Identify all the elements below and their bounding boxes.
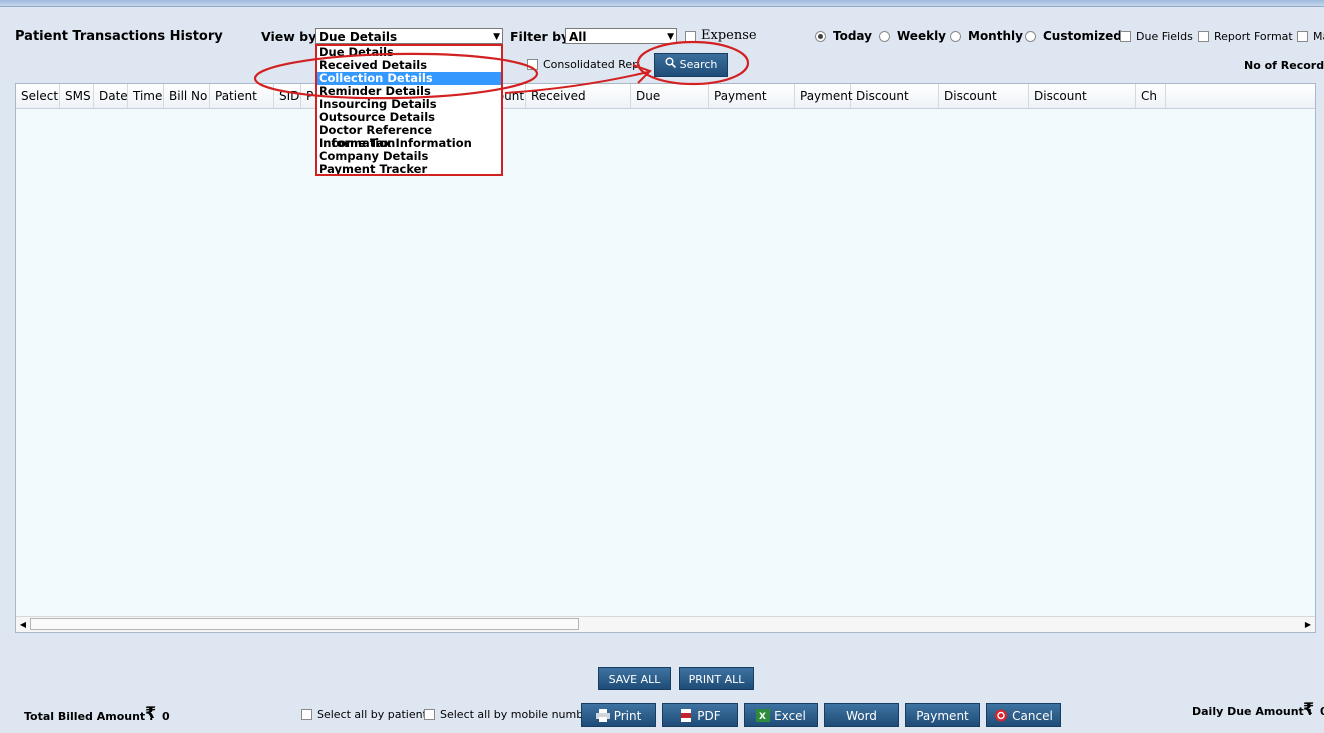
consolidated-report-label: Consolidated Report bbox=[543, 58, 640, 71]
scroll-right-icon[interactable]: ▶ bbox=[1301, 617, 1315, 632]
daily-due-label: Daily Due Amount : bbox=[1192, 705, 1313, 718]
customized-radio[interactable] bbox=[1025, 31, 1036, 42]
expense-label: Expense bbox=[701, 28, 757, 43]
pdf-button[interactable]: PDF bbox=[662, 703, 738, 727]
grid-column-header[interactable]: Discount Type bbox=[851, 84, 939, 108]
weekly-label: Weekly bbox=[897, 29, 947, 43]
select-all-patient-label: Select all by patient bbox=[317, 708, 427, 721]
printer-icon bbox=[595, 706, 610, 722]
cancel-label: Cancel bbox=[1012, 709, 1053, 723]
grid-column-header[interactable]: Time bbox=[128, 84, 164, 108]
monthly-radio[interactable] bbox=[950, 31, 961, 42]
grid-header: SelectSMSDateTimeBill NoPatient IDSIDPam… bbox=[16, 84, 1315, 109]
grid-column-header[interactable]: Select bbox=[16, 84, 60, 108]
rupee-icon: ₹ bbox=[145, 703, 157, 722]
monthly-label: Monthly bbox=[968, 29, 1023, 43]
save-all-button[interactable]: SAVE ALL bbox=[598, 667, 671, 690]
payment-button[interactable]: Payment bbox=[905, 703, 980, 727]
grid-column-header[interactable]: Bill No bbox=[164, 84, 210, 108]
cancel-icon bbox=[994, 706, 1008, 722]
scroll-left-icon[interactable]: ◀ bbox=[16, 617, 30, 632]
view-by-select[interactable]: Due Details ▼ bbox=[315, 28, 503, 44]
daily-due-value: 0 bbox=[1320, 705, 1324, 718]
grid-column-header[interactable]: Payment Type bbox=[709, 84, 795, 108]
rupee-icon: ₹ bbox=[1303, 699, 1315, 718]
excel-button[interactable]: X Excel bbox=[744, 703, 818, 727]
grid-column-header[interactable]: Discount Value bbox=[939, 84, 1029, 108]
grid-column-header[interactable]: Discount Amount bbox=[1029, 84, 1136, 108]
search-label: Search bbox=[679, 58, 718, 71]
word-button[interactable]: Word bbox=[824, 703, 899, 727]
view-by-dropdown-list[interactable]: Due Details Received Details Collection De… bbox=[315, 44, 503, 176]
grid-column-header[interactable]: SMS bbox=[60, 84, 94, 108]
select-all-patient-checkbox[interactable] bbox=[301, 709, 312, 720]
grid-column-header[interactable]: Received Amount bbox=[526, 84, 631, 108]
customized-label: Customized bbox=[1043, 29, 1122, 43]
dropdown-option[interactable]: Payment Tracker bbox=[317, 163, 501, 175]
excel-icon: X bbox=[756, 706, 771, 722]
grid-column-header[interactable]: Patient ID bbox=[210, 84, 274, 108]
view-by-value: Due Details bbox=[319, 30, 398, 44]
pdf-icon bbox=[679, 706, 693, 722]
today-label: Today bbox=[833, 29, 872, 43]
today-radio[interactable] bbox=[815, 31, 826, 42]
cut-off-checkbox-label: Ma bbox=[1313, 30, 1324, 43]
chevron-down-icon: ▼ bbox=[493, 32, 500, 42]
due-fields-checkbox[interactable] bbox=[1120, 31, 1131, 42]
excel-label: Excel bbox=[774, 709, 806, 723]
filter-by-label: Filter by bbox=[510, 29, 570, 44]
grid-column-header[interactable]: Payment bbox=[795, 84, 853, 108]
view-by-label: View by bbox=[261, 29, 317, 44]
chevron-down-icon: ▼ bbox=[667, 32, 674, 42]
search-button[interactable]: Search bbox=[654, 53, 728, 77]
horizontal-scrollbar[interactable]: ◀ ▶ bbox=[16, 616, 1315, 632]
weekly-radio[interactable] bbox=[879, 31, 890, 42]
select-all-mobile-checkbox[interactable] bbox=[424, 709, 435, 720]
page-title: Patient Transactions History bbox=[15, 29, 223, 44]
grid-column-header[interactable]: SID bbox=[274, 84, 301, 108]
report-format-label: Report Format bbox=[1214, 30, 1293, 43]
filter-by-value: All bbox=[569, 30, 587, 44]
cancel-button[interactable]: Cancel bbox=[986, 703, 1061, 727]
report-format-checkbox[interactable] bbox=[1198, 31, 1209, 42]
window-top-strip bbox=[0, 0, 1324, 7]
print-button[interactable]: Print bbox=[581, 703, 656, 727]
svg-text:X: X bbox=[759, 712, 766, 722]
total-billed-value: 0 bbox=[162, 710, 170, 723]
pdf-label: PDF bbox=[697, 709, 721, 723]
transactions-grid[interactable]: SelectSMSDateTimeBill NoPatient IDSIDPam… bbox=[15, 83, 1316, 633]
grid-column-header[interactable]: Due Amount bbox=[631, 84, 709, 108]
filter-by-select[interactable]: All ▼ bbox=[565, 28, 677, 44]
search-icon bbox=[665, 54, 676, 76]
cut-off-checkbox[interactable] bbox=[1297, 31, 1308, 42]
records-label: No of Records bbox=[1244, 59, 1324, 72]
consolidated-report-checkbox[interactable] bbox=[527, 59, 538, 70]
grid-column-header[interactable]: Date bbox=[94, 84, 128, 108]
print-all-button[interactable]: PRINT ALL bbox=[679, 667, 754, 690]
print-label: Print bbox=[613, 709, 642, 723]
due-fields-label: Due Fields bbox=[1136, 30, 1193, 43]
select-all-mobile-label: Select all by mobile number bbox=[440, 708, 595, 721]
scrollbar-thumb[interactable] bbox=[30, 618, 579, 630]
grid-column-header[interactable]: Ch bbox=[1136, 84, 1166, 108]
total-billed-label: Total Billed Amount : bbox=[24, 710, 154, 723]
expense-checkbox[interactable] bbox=[685, 31, 696, 42]
